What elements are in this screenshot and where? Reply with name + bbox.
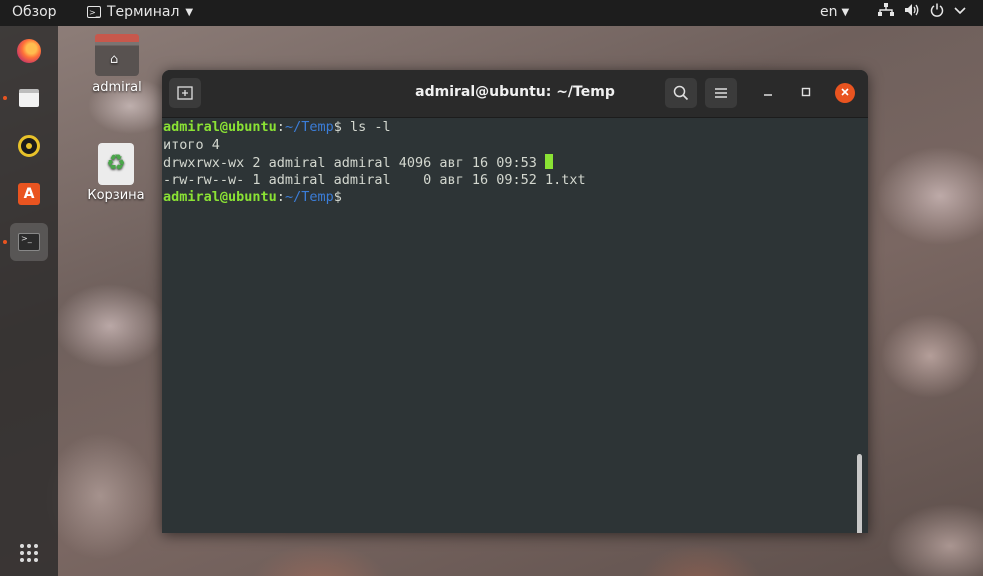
- activities-button[interactable]: Обзор: [12, 4, 57, 20]
- prompt-path: ~/Temp: [284, 189, 334, 205]
- app-menu[interactable]: >_ Терминал ▼: [87, 4, 193, 20]
- software-center-icon: A: [18, 183, 40, 205]
- hamburger-menu-icon: [715, 88, 727, 98]
- terminal-output[interactable]: admiral@ubuntu:~/Temp$ ls -l итого 4 drw…: [162, 118, 868, 533]
- rhythmbox-icon: [18, 135, 40, 157]
- dock-item-software[interactable]: A: [10, 175, 48, 213]
- trash-icon: ♻: [98, 143, 134, 185]
- terminal-line: drwxrwx-wx 2 admiral admiral 4096 авг 16…: [163, 154, 554, 173]
- network-icon: [878, 3, 894, 16]
- maximize-button[interactable]: [796, 83, 816, 103]
- language-label: en: [820, 4, 838, 20]
- minimize-icon: [764, 94, 772, 96]
- dock-item-files[interactable]: [10, 79, 48, 117]
- prompt-user: admiral@ubuntu: [163, 119, 277, 135]
- dock-item-firefox[interactable]: [10, 32, 48, 70]
- volume-icon: [905, 4, 919, 16]
- close-icon: [841, 88, 849, 96]
- firefox-icon: [17, 39, 41, 63]
- dock: A >_: [0, 26, 58, 576]
- running-indicator: [3, 240, 7, 244]
- prompt-colon: :: [276, 189, 285, 205]
- prompt-user: admiral@ubuntu: [163, 189, 277, 205]
- output-text: drwxrwx-wx 2 admiral admiral 4096 авг 16…: [163, 155, 546, 171]
- close-button[interactable]: [835, 83, 855, 103]
- minimize-button[interactable]: [758, 83, 778, 103]
- desktop-home-folder[interactable]: ⌂ admiral: [82, 34, 152, 95]
- running-indicator: [3, 96, 7, 100]
- dock-item-terminal[interactable]: >_: [10, 223, 48, 261]
- maximize-icon: [801, 87, 811, 97]
- top-bar: Обзор >_ Терминал ▼ en ▼: [0, 0, 983, 26]
- language-selector[interactable]: en ▼: [820, 4, 849, 20]
- chevron-down-icon: [954, 7, 966, 15]
- system-menu[interactable]: [878, 3, 966, 17]
- desktop-trash[interactable]: ♻ Корзина: [81, 143, 151, 203]
- home-folder-icon: ⌂: [95, 34, 139, 76]
- terminal-titlebar[interactable]: admiral@ubuntu: ~/Temp: [162, 70, 868, 118]
- chevron-down-icon: ▼: [185, 6, 194, 18]
- terminal-line: admiral@ubuntu:~/Temp$ ls -l: [163, 119, 391, 137]
- terminal-icon: >_: [18, 233, 40, 251]
- terminal-icon: >_: [87, 6, 101, 18]
- search-icon: [673, 85, 689, 101]
- search-button[interactable]: [665, 78, 697, 108]
- dock-item-rhythmbox[interactable]: [10, 127, 48, 165]
- command-text: $ ls -l: [333, 119, 391, 135]
- power-icon: [930, 3, 944, 17]
- text-cursor: [545, 154, 554, 169]
- home-folder-label: admiral: [92, 80, 142, 95]
- terminal-window[interactable]: admiral@ubuntu: ~/Temp admiral@ubuntu:~/…: [162, 70, 868, 533]
- apps-grid-icon[interactable]: [20, 544, 38, 562]
- menu-button[interactable]: [705, 78, 737, 108]
- trash-label: Корзина: [87, 188, 145, 203]
- files-icon: [19, 89, 39, 107]
- terminal-line: admiral@ubuntu:~/Temp$: [163, 189, 342, 207]
- terminal-line: итого 4: [163, 136, 220, 153]
- chevron-down-icon: ▼: [841, 6, 850, 18]
- prompt-dollar: $: [333, 189, 342, 205]
- app-menu-label: Терминал: [107, 4, 180, 20]
- scrollbar[interactable]: [857, 454, 862, 533]
- prompt-colon: :: [276, 119, 285, 135]
- prompt-path: ~/Temp: [284, 119, 334, 135]
- terminal-line: -rw-rw--w- 1 admiral admiral 0 авг 16 09…: [163, 171, 586, 188]
